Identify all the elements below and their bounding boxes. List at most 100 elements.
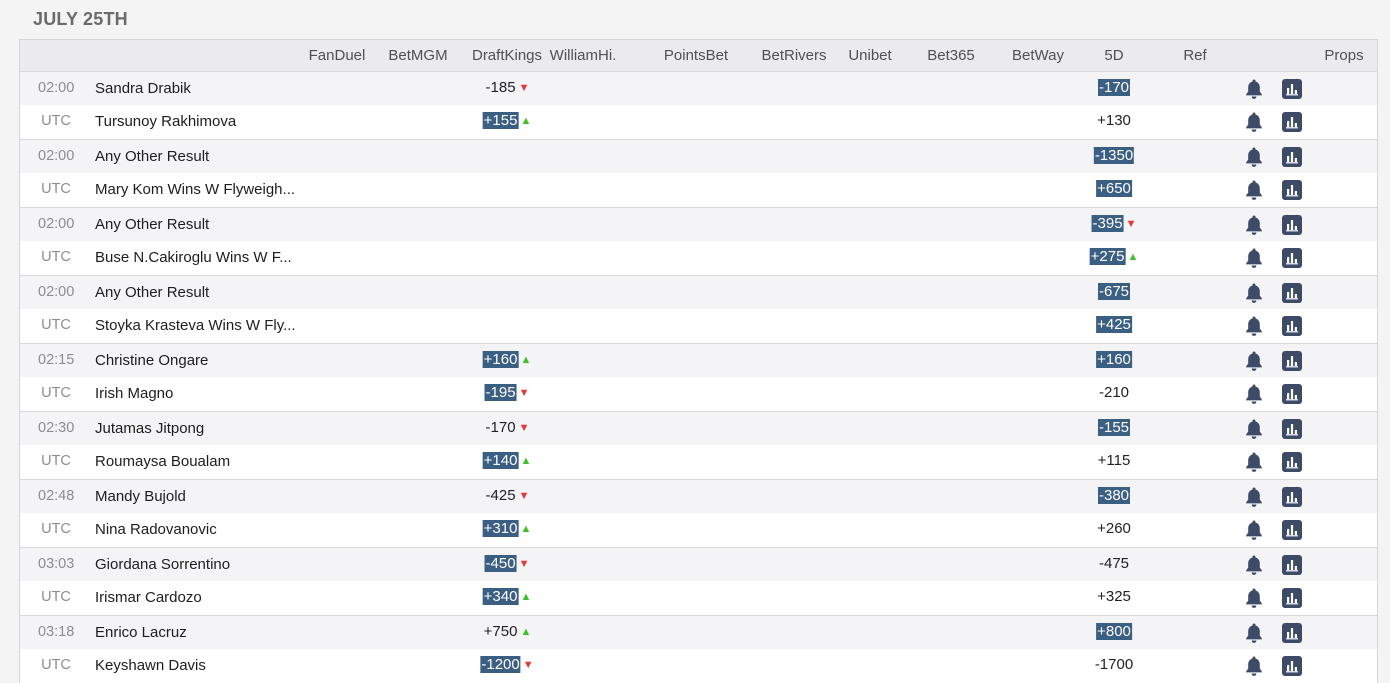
- table-row[interactable]: UTC Tursunoy Rakhimova +155 ▲ +130: [20, 105, 1377, 140]
- column-header-draftkings[interactable]: DraftKings: [472, 47, 542, 64]
- participant-name[interactable]: Sandra Drabik: [95, 80, 191, 97]
- column-header-williamhi[interactable]: WilliamHi.: [550, 47, 617, 64]
- draftkings-odds[interactable]: -195 ▼: [484, 384, 529, 403]
- bar-chart-icon[interactable]: [1282, 588, 1302, 608]
- table-row[interactable]: UTC Nina Radovanovic +310 ▲ +260: [20, 513, 1377, 548]
- fived-odds[interactable]: +130: [1096, 112, 1132, 130]
- participant-name[interactable]: Enrico Lacruz: [95, 624, 187, 641]
- fived-odds[interactable]: -395 ▼: [1091, 215, 1136, 234]
- column-header-fanduel[interactable]: FanDuel: [309, 47, 366, 64]
- bell-icon[interactable]: [1244, 247, 1264, 269]
- column-header-unibet[interactable]: Unibet: [848, 47, 891, 64]
- fived-odds[interactable]: -1700: [1094, 656, 1134, 674]
- column-header-bet365[interactable]: Bet365: [927, 47, 975, 64]
- table-row[interactable]: 02:30 Jutamas Jitpong -170 ▼ -155: [20, 412, 1377, 445]
- bell-icon[interactable]: [1244, 214, 1264, 236]
- fived-odds[interactable]: -155: [1097, 419, 1131, 437]
- column-header-betway[interactable]: BetWay: [1012, 47, 1064, 64]
- table-row[interactable]: 02:48 Mandy Bujold -425 ▼ -380: [20, 480, 1377, 513]
- fived-odds[interactable]: +275 ▲: [1089, 248, 1138, 267]
- fived-odds[interactable]: +800: [1096, 623, 1132, 641]
- bell-icon[interactable]: [1244, 350, 1264, 372]
- bar-chart-icon[interactable]: [1282, 351, 1302, 371]
- bell-icon[interactable]: [1244, 418, 1264, 440]
- fived-odds[interactable]: +115: [1097, 452, 1132, 470]
- draftkings-odds[interactable]: -425 ▼: [485, 487, 530, 506]
- fived-odds[interactable]: -380: [1097, 487, 1131, 505]
- column-header-ref[interactable]: Ref: [1183, 47, 1206, 64]
- fived-odds[interactable]: -210: [1098, 384, 1130, 402]
- table-row[interactable]: 02:00 Any Other Result -675: [20, 276, 1377, 309]
- table-row[interactable]: 02:00 Any Other Result -1350: [20, 140, 1377, 173]
- bell-icon[interactable]: [1244, 315, 1264, 337]
- participant-name[interactable]: Buse N.Cakiroglu Wins W F...: [95, 249, 292, 266]
- bar-chart-icon[interactable]: [1282, 283, 1302, 303]
- participant-name[interactable]: Mandy Bujold: [95, 488, 186, 505]
- bar-chart-icon[interactable]: [1282, 623, 1302, 643]
- bar-chart-icon[interactable]: [1282, 419, 1302, 439]
- bar-chart-icon[interactable]: [1282, 656, 1302, 676]
- table-row[interactable]: UTC Buse N.Cakiroglu Wins W F... +275 ▲: [20, 241, 1377, 276]
- draftkings-odds[interactable]: -170 ▼: [485, 419, 530, 438]
- fived-odds[interactable]: +260: [1096, 520, 1132, 538]
- draftkings-odds[interactable]: +160 ▲: [482, 351, 531, 370]
- participant-name[interactable]: Any Other Result: [95, 284, 209, 301]
- participant-name[interactable]: Any Other Result: [95, 148, 209, 165]
- table-row[interactable]: 02:00 Any Other Result -395 ▼: [20, 208, 1377, 241]
- bar-chart-icon[interactable]: [1282, 555, 1302, 575]
- bar-chart-icon[interactable]: [1282, 215, 1302, 235]
- table-row[interactable]: 02:00 Sandra Drabik -185 ▼ -170: [20, 72, 1377, 105]
- bell-icon[interactable]: [1244, 383, 1264, 405]
- draftkings-odds[interactable]: +340 ▲: [482, 588, 531, 607]
- bar-chart-icon[interactable]: [1282, 487, 1302, 507]
- fived-odds[interactable]: -675: [1097, 283, 1131, 301]
- participant-name[interactable]: Any Other Result: [95, 216, 209, 233]
- fived-odds[interactable]: +650: [1096, 180, 1132, 198]
- bell-icon[interactable]: [1244, 554, 1264, 576]
- column-header-betmgm[interactable]: BetMGM: [388, 47, 447, 64]
- bell-icon[interactable]: [1244, 78, 1264, 100]
- column-header-5d[interactable]: 5D: [1104, 47, 1123, 64]
- bar-chart-icon[interactable]: [1282, 79, 1302, 99]
- fived-odds[interactable]: -1350: [1093, 147, 1135, 165]
- bell-icon[interactable]: [1244, 179, 1264, 201]
- fived-odds[interactable]: -170: [1097, 79, 1131, 97]
- bar-chart-icon[interactable]: [1282, 452, 1302, 472]
- table-row[interactable]: 03:03 Giordana Sorrentino -450 ▼ -475: [20, 548, 1377, 581]
- participant-name[interactable]: Irish Magno: [95, 385, 173, 402]
- bell-icon[interactable]: [1244, 622, 1264, 644]
- column-header-pointsbet[interactable]: PointsBet: [664, 47, 728, 64]
- draftkings-odds[interactable]: -450 ▼: [484, 555, 529, 574]
- fived-odds[interactable]: +160: [1096, 351, 1132, 369]
- bell-icon[interactable]: [1244, 519, 1264, 541]
- participant-name[interactable]: Tursunoy Rakhimova: [95, 113, 236, 130]
- participant-name[interactable]: Jutamas Jitpong: [95, 420, 204, 437]
- participant-name[interactable]: Christine Ongare: [95, 352, 208, 369]
- table-row[interactable]: UTC Stoyka Krasteva Wins W Fly... +425: [20, 309, 1377, 344]
- table-row[interactable]: UTC Roumaysa Boualam +140 ▲ +115: [20, 445, 1377, 480]
- draftkings-odds[interactable]: -1200 ▼: [480, 656, 534, 675]
- table-row[interactable]: UTC Irish Magno -195 ▼ -210: [20, 377, 1377, 412]
- fived-odds[interactable]: -475: [1098, 555, 1130, 573]
- participant-name[interactable]: Keyshawn Davis: [95, 657, 206, 674]
- table-row[interactable]: UTC Keyshawn Davis -1200 ▼ -1700: [20, 649, 1377, 683]
- table-row[interactable]: UTC Irismar Cardozo +340 ▲ +325: [20, 581, 1377, 616]
- table-row[interactable]: UTC Mary Kom Wins W Flyweigh... +650: [20, 173, 1377, 208]
- fived-odds[interactable]: +325: [1096, 588, 1132, 606]
- bar-chart-icon[interactable]: [1282, 248, 1302, 268]
- table-row[interactable]: 02:15 Christine Ongare +160 ▲ +160: [20, 344, 1377, 377]
- participant-name[interactable]: Irismar Cardozo: [95, 589, 202, 606]
- participant-name[interactable]: Roumaysa Boualam: [95, 453, 230, 470]
- draftkings-odds[interactable]: +155 ▲: [482, 112, 531, 131]
- draftkings-odds[interactable]: +750 ▲: [483, 623, 532, 642]
- draftkings-odds[interactable]: +140 ▲: [482, 452, 531, 471]
- column-header-props[interactable]: Props: [1324, 47, 1363, 64]
- fived-odds[interactable]: +425: [1096, 316, 1132, 334]
- bell-icon[interactable]: [1244, 587, 1264, 609]
- participant-name[interactable]: Giordana Sorrentino: [95, 556, 230, 573]
- bar-chart-icon[interactable]: [1282, 147, 1302, 167]
- bell-icon[interactable]: [1244, 111, 1264, 133]
- bar-chart-icon[interactable]: [1282, 180, 1302, 200]
- bar-chart-icon[interactable]: [1282, 112, 1302, 132]
- bell-icon[interactable]: [1244, 451, 1264, 473]
